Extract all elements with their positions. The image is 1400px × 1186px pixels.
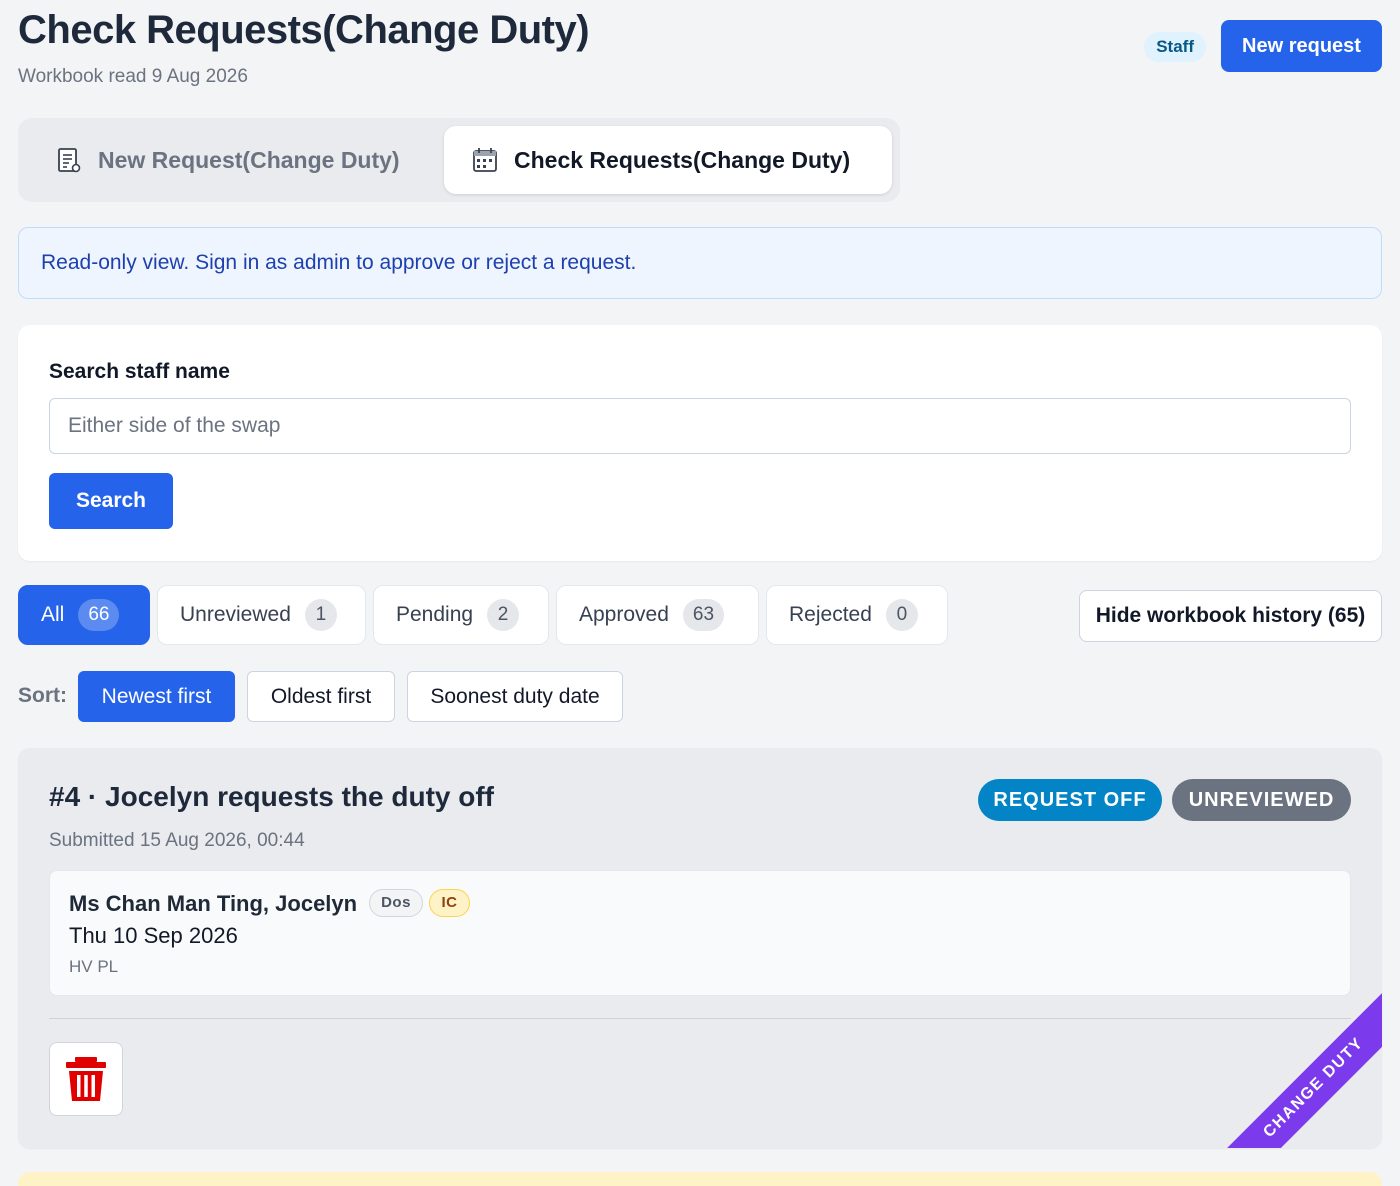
request-submitted-time: Submitted 15 Aug 2026, 00:44 [49, 830, 305, 851]
filter-count: 66 [78, 599, 120, 631]
search-panel: Search staff name Search [18, 325, 1382, 561]
tab-check-requests-label: Check Requests(Change Duty) [514, 146, 851, 173]
change-duty-ribbon: CHANGE DUTY [1219, 993, 1382, 1148]
duty-date: Thu 10 Sep 2026 [69, 923, 238, 948]
filter-label: Pending [396, 603, 474, 626]
calendar-icon [472, 146, 498, 174]
search-input[interactable] [49, 398, 1351, 454]
next-request-card [18, 1172, 1382, 1186]
filter-label: Approved [579, 603, 669, 626]
staff-name: Ms Chan Man Ting, Jocelyn [69, 891, 358, 916]
page-header: Check Requests(Change Duty) Workbook rea… [18, 6, 1382, 96]
filter-label: Rejected [789, 603, 872, 626]
duty-location: HV PL [69, 957, 119, 976]
filter-label: All [41, 603, 65, 626]
search-label: Search staff name [49, 360, 230, 383]
request-card: #4 · Jocelyn requests the duty off Submi… [18, 748, 1382, 1148]
filter-count: 0 [885, 599, 918, 631]
hide-workbook-history-button[interactable]: Hide workbook history (65) [1079, 590, 1382, 642]
staff-tag-ic: IC [429, 889, 470, 917]
filter-count: 2 [487, 599, 520, 631]
divider [49, 1018, 1351, 1019]
read-only-notice: Read-only view. Sign in as admin to appr… [18, 227, 1382, 299]
notepad-icon [56, 146, 82, 174]
filter-pending[interactable]: Pending 2 [373, 585, 549, 645]
role-badge: Staff [1144, 32, 1206, 62]
workbook-read-date: Workbook read 9 Aug 2026 [18, 66, 248, 87]
delete-request-button[interactable] [49, 1042, 123, 1116]
sort-oldest-first[interactable]: Oldest first [247, 671, 395, 722]
tab-bar: New Request(Change Duty) Check Requests(… [18, 118, 900, 202]
staff-details: Ms Chan Man Ting, Jocelyn Dos IC Thu 10 … [49, 870, 1351, 996]
search-button[interactable]: Search [49, 473, 173, 529]
filter-count: 63 [682, 599, 725, 631]
filter-label: Unreviewed [180, 603, 291, 626]
request-title: #4 · Jocelyn requests the duty off [49, 781, 494, 812]
filter-all[interactable]: All 66 [18, 585, 150, 645]
filter-approved[interactable]: Approved 63 [556, 585, 759, 645]
request-type-pill: REQUEST OFF [978, 779, 1162, 821]
staff-tag-dos: Dos [369, 889, 423, 917]
sort-label: Sort: [18, 684, 67, 707]
filter-unreviewed[interactable]: Unreviewed 1 [157, 585, 366, 645]
tab-new-request[interactable]: New Request(Change Duty) [32, 126, 442, 194]
filter-count: 1 [304, 599, 337, 631]
tab-new-request-label: New Request(Change Duty) [98, 146, 400, 173]
sort-soonest-duty-date[interactable]: Soonest duty date [407, 671, 623, 722]
trash-icon [58, 1051, 114, 1107]
new-request-button[interactable]: New request [1221, 20, 1382, 72]
sort-newest-first[interactable]: Newest first [78, 671, 235, 722]
filter-rejected[interactable]: Rejected 0 [766, 585, 948, 645]
request-status-pill: UNREVIEWED [1172, 779, 1351, 821]
tab-check-requests[interactable]: Check Requests(Change Duty) [444, 126, 892, 194]
